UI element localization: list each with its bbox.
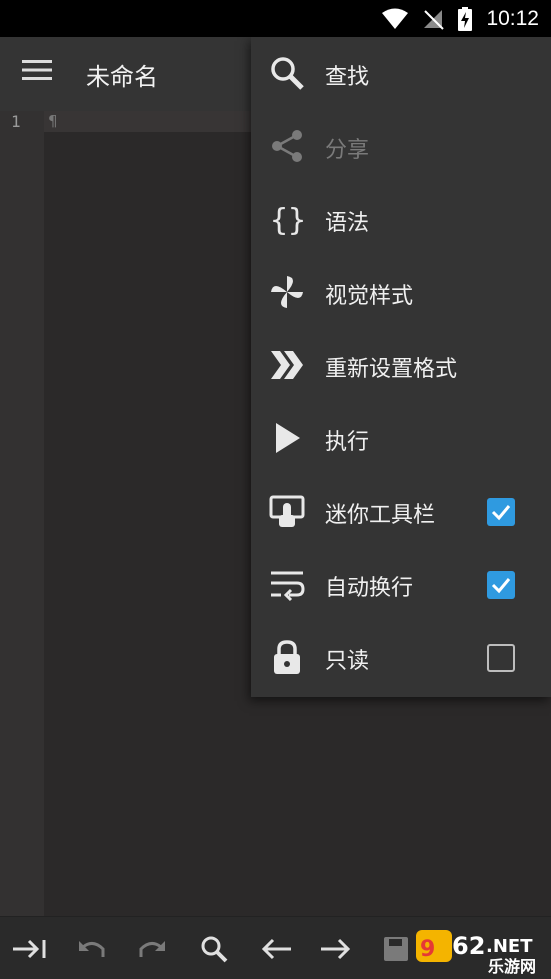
menu-item-run[interactable]: 执行 bbox=[251, 402, 551, 475]
share-icon bbox=[268, 127, 306, 165]
no-signal-icon bbox=[422, 8, 445, 30]
read-only-checkbox[interactable] bbox=[487, 644, 515, 672]
svg-text:{}: {} bbox=[270, 203, 305, 237]
play-icon bbox=[268, 419, 306, 457]
hamburger-menu-icon[interactable] bbox=[22, 59, 62, 89]
watermark-text: 乐游网 bbox=[488, 957, 537, 976]
menu-item-label: 迷你工具栏 bbox=[325, 503, 436, 528]
arrow-right-icon[interactable] bbox=[318, 931, 354, 967]
paragraph-mark: ¶ bbox=[48, 112, 58, 130]
menu-item-mini-toolbar[interactable]: 迷你工具栏 bbox=[251, 475, 551, 548]
menu-item-find[interactable]: 查找 bbox=[251, 37, 551, 110]
svg-text:62: 62 bbox=[452, 932, 485, 960]
line-number: 1 bbox=[11, 112, 21, 131]
menu-item-share[interactable]: 分享 bbox=[251, 110, 551, 183]
menu-item-label: 视觉样式 bbox=[325, 284, 414, 309]
word-wrap-checkbox[interactable] bbox=[487, 571, 515, 599]
menu-item-syntax[interactable]: {} 语法 bbox=[251, 183, 551, 256]
pinwheel-icon bbox=[268, 273, 306, 311]
arrow-left-icon[interactable] bbox=[258, 931, 294, 967]
double-chevron-icon bbox=[268, 346, 306, 384]
overflow-menu: 查找 分享 {} 语法 视觉样式 重新设置格式 执行 迷你工具栏 自动换行 只读 bbox=[251, 37, 551, 697]
touch-screen-icon bbox=[268, 492, 306, 530]
status-bar: 10:12 bbox=[0, 0, 551, 37]
wifi-icon bbox=[382, 8, 409, 30]
braces-icon: {} bbox=[268, 200, 306, 238]
clock: 10:12 bbox=[486, 6, 539, 30]
menu-item-label: 分享 bbox=[325, 138, 370, 163]
line-number-gutter bbox=[0, 111, 44, 916]
menu-item-label: 语法 bbox=[325, 211, 370, 236]
mini-toolbar-checkbox[interactable] bbox=[487, 498, 515, 526]
svg-text:9: 9 bbox=[420, 937, 435, 962]
menu-item-read-only[interactable]: 只读 bbox=[251, 621, 551, 694]
battery-charging-icon bbox=[458, 6, 473, 31]
menu-item-word-wrap[interactable]: 自动换行 bbox=[251, 548, 551, 621]
tab-icon[interactable] bbox=[12, 931, 48, 967]
document-title: 未命名 bbox=[86, 63, 158, 91]
undo-icon[interactable] bbox=[74, 931, 110, 967]
wrap-text-icon bbox=[268, 565, 306, 603]
redo-icon[interactable] bbox=[134, 931, 170, 967]
menu-item-label: 重新设置格式 bbox=[325, 357, 458, 382]
menu-item-visual-style[interactable]: 视觉样式 bbox=[251, 256, 551, 329]
lock-icon bbox=[268, 638, 306, 676]
menu-item-label: 自动换行 bbox=[325, 576, 414, 601]
menu-item-reformat[interactable]: 重新设置格式 bbox=[251, 329, 551, 402]
menu-item-label: 执行 bbox=[325, 430, 370, 455]
menu-item-label: 只读 bbox=[325, 649, 370, 674]
save-icon[interactable] bbox=[378, 931, 414, 967]
menu-item-label: 查找 bbox=[325, 65, 370, 90]
search-icon[interactable] bbox=[196, 931, 232, 967]
search-icon bbox=[268, 54, 306, 92]
